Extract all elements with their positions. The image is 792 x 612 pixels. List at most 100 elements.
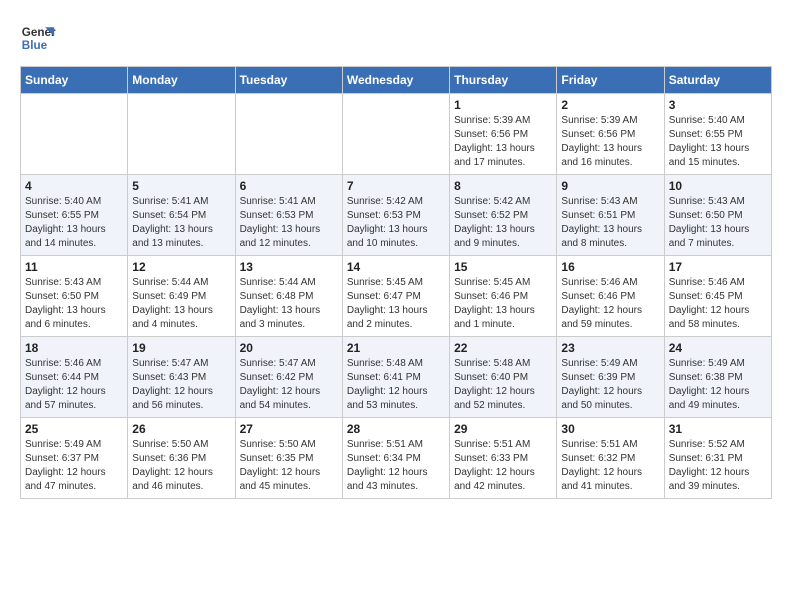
day-number: 31 — [669, 422, 767, 436]
day-number: 4 — [25, 179, 123, 193]
day-number: 23 — [561, 341, 659, 355]
day-number: 24 — [669, 341, 767, 355]
day-info: Sunrise: 5:42 AM Sunset: 6:52 PM Dayligh… — [454, 195, 552, 251]
day-number: 20 — [240, 341, 338, 355]
calendar-cell: 23Sunrise: 5:49 AM Sunset: 6:39 PM Dayli… — [557, 337, 664, 418]
day-number: 17 — [669, 260, 767, 274]
calendar-week-3: 11 Sunrise: 5:43 AM Sunset: 6:50 PM Dayli… — [21, 256, 772, 337]
calendar-cell — [235, 94, 342, 175]
calendar-cell: 30 Sunrise: 5:51 AM Sunset: 6:32 PM Dayli… — [557, 418, 664, 499]
day-info: Sunrise: 5:52 AM Sunset: 6:31 PM Dayligh… — [669, 438, 767, 494]
calendar-cell: 8 Sunrise: 5:42 AM Sunset: 6:52 PM Daylig… — [450, 175, 557, 256]
calendar-cell: 6Sunrise: 5:41 AM Sunset: 6:53 PM Daylig… — [235, 175, 342, 256]
column-header-tuesday: Tuesday — [235, 67, 342, 94]
day-info: Sunrise: 5:42 AM Sunset: 6:53 PM Dayligh… — [347, 195, 445, 251]
day-number: 3 — [669, 98, 767, 112]
calendar-cell: 4 Sunrise: 5:40 AM Sunset: 6:55 PM Daylig… — [21, 175, 128, 256]
calendar-cell: 3 Sunrise: 5:40 AM Sunset: 6:55 PM Daylig… — [664, 94, 771, 175]
day-info: Sunrise: 5:46 AM Sunset: 6:44 PM Dayligh… — [25, 357, 123, 413]
day-number: 19 — [132, 341, 230, 355]
calendar-cell: 29Sunrise: 5:51 AM Sunset: 6:33 PM Dayli… — [450, 418, 557, 499]
calendar-cell — [128, 94, 235, 175]
day-number: 26 — [132, 422, 230, 436]
calendar-cell: 28 Sunrise: 5:51 AM Sunset: 6:34 PM Dayli… — [342, 418, 449, 499]
day-number: 22 — [454, 341, 552, 355]
calendar-week-5: 25 Sunrise: 5:49 AM Sunset: 6:37 PM Dayli… — [21, 418, 772, 499]
calendar-cell: 31 Sunrise: 5:52 AM Sunset: 6:31 PM Dayli… — [664, 418, 771, 499]
day-number: 27 — [240, 422, 338, 436]
column-header-friday: Friday — [557, 67, 664, 94]
logo: General Blue — [20, 20, 56, 56]
day-info: Sunrise: 5:43 AM Sunset: 6:51 PM Dayligh… — [561, 195, 659, 251]
day-number: 28 — [347, 422, 445, 436]
day-number: 18 — [25, 341, 123, 355]
day-info: Sunrise: 5:47 AM Sunset: 6:42 PM Dayligh… — [240, 357, 338, 413]
column-header-saturday: Saturday — [664, 67, 771, 94]
day-info: Sunrise: 5:48 AM Sunset: 6:40 PM Dayligh… — [454, 357, 552, 413]
calendar-cell: 22 Sunrise: 5:48 AM Sunset: 6:40 PM Dayli… — [450, 337, 557, 418]
calendar-cell: 27Sunrise: 5:50 AM Sunset: 6:35 PM Dayli… — [235, 418, 342, 499]
day-number: 25 — [25, 422, 123, 436]
day-info: Sunrise: 5:49 AM Sunset: 6:38 PM Dayligh… — [669, 357, 767, 413]
day-info: Sunrise: 5:41 AM Sunset: 6:54 PM Dayligh… — [132, 195, 230, 251]
calendar-cell: 5Sunrise: 5:41 AM Sunset: 6:54 PM Daylig… — [128, 175, 235, 256]
day-info: Sunrise: 5:43 AM Sunset: 6:50 PM Dayligh… — [25, 276, 123, 332]
calendar-cell: 10 Sunrise: 5:43 AM Sunset: 6:50 PM Dayli… — [664, 175, 771, 256]
calendar-cell: 2Sunrise: 5:39 AM Sunset: 6:56 PM Daylig… — [557, 94, 664, 175]
day-number: 13 — [240, 260, 338, 274]
calendar-week-4: 18 Sunrise: 5:46 AM Sunset: 6:44 PM Dayli… — [21, 337, 772, 418]
calendar-cell: 9 Sunrise: 5:43 AM Sunset: 6:51 PM Daylig… — [557, 175, 664, 256]
calendar-cell: 7 Sunrise: 5:42 AM Sunset: 6:53 PM Daylig… — [342, 175, 449, 256]
day-number: 15 — [454, 260, 552, 274]
day-info: Sunrise: 5:40 AM Sunset: 6:55 PM Dayligh… — [25, 195, 123, 251]
day-info: Sunrise: 5:49 AM Sunset: 6:37 PM Dayligh… — [25, 438, 123, 494]
day-info: Sunrise: 5:46 AM Sunset: 6:45 PM Dayligh… — [669, 276, 767, 332]
day-info: Sunrise: 5:50 AM Sunset: 6:36 PM Dayligh… — [132, 438, 230, 494]
day-info: Sunrise: 5:48 AM Sunset: 6:41 PM Dayligh… — [347, 357, 445, 413]
day-info: Sunrise: 5:40 AM Sunset: 6:55 PM Dayligh… — [669, 114, 767, 170]
calendar-cell: 21 Sunrise: 5:48 AM Sunset: 6:41 PM Dayli… — [342, 337, 449, 418]
calendar-week-2: 4 Sunrise: 5:40 AM Sunset: 6:55 PM Daylig… — [21, 175, 772, 256]
day-info: Sunrise: 5:39 AM Sunset: 6:56 PM Dayligh… — [454, 114, 552, 170]
day-info: Sunrise: 5:51 AM Sunset: 6:32 PM Dayligh… — [561, 438, 659, 494]
day-number: 1 — [454, 98, 552, 112]
calendar-cell: 25 Sunrise: 5:49 AM Sunset: 6:37 PM Dayli… — [21, 418, 128, 499]
day-info: Sunrise: 5:44 AM Sunset: 6:49 PM Dayligh… — [132, 276, 230, 332]
calendar-cell: 14Sunrise: 5:45 AM Sunset: 6:47 PM Dayli… — [342, 256, 449, 337]
day-number: 16 — [561, 260, 659, 274]
day-info: Sunrise: 5:45 AM Sunset: 6:47 PM Dayligh… — [347, 276, 445, 332]
calendar-header-row: SundayMondayTuesdayWednesdayThursdayFrid… — [21, 67, 772, 94]
day-number: 29 — [454, 422, 552, 436]
calendar-cell: 18 Sunrise: 5:46 AM Sunset: 6:44 PM Dayli… — [21, 337, 128, 418]
day-info: Sunrise: 5:51 AM Sunset: 6:34 PM Dayligh… — [347, 438, 445, 494]
calendar-cell — [21, 94, 128, 175]
svg-text:Blue: Blue — [22, 39, 48, 52]
day-number: 10 — [669, 179, 767, 193]
calendar-cell: 20 Sunrise: 5:47 AM Sunset: 6:42 PM Dayli… — [235, 337, 342, 418]
calendar-week-1: 1 Sunrise: 5:39 AM Sunset: 6:56 PM Daylig… — [21, 94, 772, 175]
day-info: Sunrise: 5:39 AM Sunset: 6:56 PM Dayligh… — [561, 114, 659, 170]
calendar-cell: 1 Sunrise: 5:39 AM Sunset: 6:56 PM Daylig… — [450, 94, 557, 175]
day-number: 21 — [347, 341, 445, 355]
column-header-wednesday: Wednesday — [342, 67, 449, 94]
calendar-cell: 26 Sunrise: 5:50 AM Sunset: 6:36 PM Dayli… — [128, 418, 235, 499]
calendar-cell: 24 Sunrise: 5:49 AM Sunset: 6:38 PM Dayli… — [664, 337, 771, 418]
calendar-cell: 13 Sunrise: 5:44 AM Sunset: 6:48 PM Dayli… — [235, 256, 342, 337]
day-number: 6 — [240, 179, 338, 193]
calendar-cell: 12Sunrise: 5:44 AM Sunset: 6:49 PM Dayli… — [128, 256, 235, 337]
day-number: 9 — [561, 179, 659, 193]
day-number: 8 — [454, 179, 552, 193]
day-number: 11 — [25, 260, 123, 274]
day-number: 7 — [347, 179, 445, 193]
day-info: Sunrise: 5:43 AM Sunset: 6:50 PM Dayligh… — [669, 195, 767, 251]
calendar-cell: 16Sunrise: 5:46 AM Sunset: 6:46 PM Dayli… — [557, 256, 664, 337]
calendar-cell: 19 Sunrise: 5:47 AM Sunset: 6:43 PM Dayli… — [128, 337, 235, 418]
column-header-sunday: Sunday — [21, 67, 128, 94]
page-header: General Blue — [20, 20, 772, 56]
day-number: 30 — [561, 422, 659, 436]
logo-icon: General Blue — [20, 20, 56, 56]
day-info: Sunrise: 5:47 AM Sunset: 6:43 PM Dayligh… — [132, 357, 230, 413]
calendar-cell: 17 Sunrise: 5:46 AM Sunset: 6:45 PM Dayli… — [664, 256, 771, 337]
day-info: Sunrise: 5:44 AM Sunset: 6:48 PM Dayligh… — [240, 276, 338, 332]
column-header-monday: Monday — [128, 67, 235, 94]
